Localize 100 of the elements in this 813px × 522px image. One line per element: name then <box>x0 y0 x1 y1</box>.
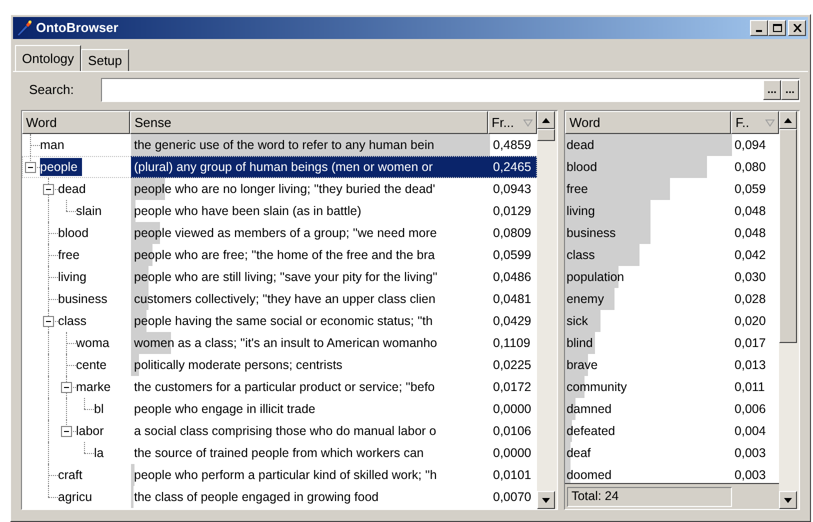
frequency-text: 0,0000 <box>493 446 532 460</box>
word-text: people <box>40 158 82 176</box>
frequency-text: 0,0486 <box>493 270 532 284</box>
frequency-text: 0,0225 <box>493 358 532 372</box>
sense-cell-text: people who engage in illicit trade <box>133 400 316 418</box>
word-text: marke <box>76 378 112 396</box>
frequency-text: 0,048 <box>734 204 766 218</box>
frequency-text: 0,0429 <box>493 314 532 328</box>
word-text: craft <box>58 466 84 484</box>
frequency-text: 0,4859 <box>493 138 532 152</box>
word-text: living <box>58 268 88 286</box>
frequency-text: 0,017 <box>734 336 766 350</box>
frequency-text: 0,003 <box>734 468 766 482</box>
sort-icon <box>523 118 534 126</box>
sense-cell-text: a social class comprising those who do manual labor o <box>133 422 438 440</box>
tree-row[interactable]: agricu the class of people engaged in growing food 0,0070 <box>22 486 538 508</box>
tree-row[interactable]: business customers collectively; ''they have an upper class clien 0,0481 <box>22 288 538 310</box>
collapse-icon[interactable] <box>61 382 72 393</box>
sense-cell-text: the customers for a particular product or service; ''befo <box>133 378 436 396</box>
tree-row[interactable]: labor a social class comprising those who do manual labor o 0,0106 <box>22 420 538 442</box>
tree-row[interactable]: slain people who have been slain (as in battle) 0,0129 <box>22 200 538 222</box>
browse-button[interactable]: ... <box>763 80 781 100</box>
tree-row[interactable]: people (plural) any group of human beings (men or women or 0,2465 <box>22 156 538 178</box>
column-header[interactable]: Word <box>22 111 130 134</box>
frequency-text: 0,011 <box>734 380 765 394</box>
search-field[interactable]: ... ... <box>101 78 800 102</box>
up-arrow-icon <box>784 118 792 122</box>
tab[interactable]: Setup <box>81 49 130 71</box>
tree-row[interactable]: cente politically moderate persons; centrists 0,0225 <box>22 354 538 376</box>
column-header[interactable]: F.. <box>731 111 779 134</box>
sense-cell-text: the source of trained people from which workers can <box>133 444 425 462</box>
frequency-text: 0,004 <box>734 424 766 438</box>
scroll-up-button[interactable] <box>779 111 797 129</box>
collapse-icon[interactable] <box>43 316 54 327</box>
down-arrow-icon <box>784 498 792 502</box>
torch-icon <box>15 19 33 37</box>
column-header[interactable]: Fr... <box>488 111 538 134</box>
tree-row[interactable]: woma women as a class; ''it's an insult to American womanho 0,1109 <box>22 332 538 354</box>
close-icon <box>792 24 802 32</box>
word-text: bl <box>94 400 105 418</box>
tree-row[interactable]: blood people viewed as members of a group; ''we need more 0,0809 <box>22 222 538 244</box>
tree-row[interactable]: man the generic use of the word to refer to any human bein 0,4859 <box>22 134 538 156</box>
word-text: cente <box>76 356 108 374</box>
frequency-text: 0,0070 <box>493 490 532 504</box>
tab[interactable]: Ontology <box>15 45 82 71</box>
frequency-text: 0,013 <box>734 358 766 372</box>
tree-row[interactable]: bl people who engage in illicit trade 0,0000 <box>22 398 538 420</box>
down-arrow-icon <box>542 498 550 502</box>
search-label: Search: <box>28 81 75 100</box>
collapse-icon[interactable] <box>61 426 72 437</box>
tree-row[interactable]: free people who are free; ''the home of the free and the bra 0,0599 <box>22 244 538 266</box>
frequency-text: 0,030 <box>734 270 766 284</box>
scrollbar-thumb[interactable] <box>779 129 797 343</box>
tree-row[interactable]: craft people who perform a particular kind of skilled work; ''h 0,0101 <box>22 464 538 486</box>
column-header[interactable]: Word <box>565 111 732 134</box>
tree-row[interactable]: la the source of trained people from which workers can 0,0000 <box>22 442 538 464</box>
word-text: business <box>58 290 108 308</box>
column-header[interactable]: Sense <box>130 111 488 134</box>
scroll-down-button[interactable] <box>537 491 556 509</box>
word-cell: dead <box>565 134 732 156</box>
frequency-text: 0,006 <box>734 402 766 416</box>
frequency-text: 0,080 <box>734 160 766 174</box>
close-button[interactable] <box>788 20 806 36</box>
frequency-text: 0,0943 <box>493 182 532 196</box>
window-title: OntoBrowser <box>36 19 120 38</box>
tree-row[interactable]: marke the customers for a particular product or service; ''befo 0,0172 <box>22 376 538 398</box>
scroll-down-button[interactable] <box>779 491 797 509</box>
frequency-text: 0,0481 <box>493 292 532 306</box>
scrollbar[interactable] <box>537 111 558 509</box>
sense-cell-text: (plural) any group of human beings (men or women or <box>133 158 434 176</box>
word-text: class <box>58 312 88 330</box>
word-text: agricu <box>58 488 94 506</box>
frequency-text: 0,059 <box>734 182 766 196</box>
up-arrow-icon <box>542 118 550 122</box>
scroll-up-button[interactable] <box>537 111 556 129</box>
frequency-text: 0,0599 <box>493 248 532 262</box>
frequency-text: 0,003 <box>734 446 766 460</box>
scrollbar[interactable] <box>779 111 799 509</box>
frequency-text: 0,0172 <box>493 380 532 394</box>
word-text: man <box>40 136 66 154</box>
frequency-text: 0,2465 <box>493 160 532 174</box>
sort-icon <box>765 118 775 126</box>
collapse-icon[interactable] <box>43 184 54 195</box>
total-panel: Total: 24 <box>567 486 732 506</box>
frequency-text: 0,0106 <box>493 424 532 438</box>
frequency-text: 0,020 <box>734 314 766 328</box>
scrollbar-thumb[interactable] <box>537 129 556 141</box>
tree-row[interactable]: class people having the same social or economic status; ''th 0,0429 <box>22 310 538 332</box>
frequency-text: 0,094 <box>734 138 766 152</box>
minimize-button[interactable] <box>750 20 768 36</box>
word-text: la <box>94 444 105 462</box>
frequency-text: 0,0101 <box>493 468 532 482</box>
tree-row[interactable]: living people who are still living; ''save your pity for the living'' 0,0486 <box>22 266 538 288</box>
frequency-text: 0,028 <box>734 292 766 306</box>
tree-row[interactable]: dead people who are no longer living; ''they buried the dead' 0,0943 <box>22 178 538 200</box>
frequency-text: 0,0129 <box>493 204 532 218</box>
sense-cell: the generic use of the word to refer to any human bein <box>131 134 490 156</box>
maximize-button[interactable] <box>768 20 786 36</box>
browse-button[interactable]: ... <box>781 80 799 100</box>
collapse-icon[interactable] <box>25 162 36 173</box>
